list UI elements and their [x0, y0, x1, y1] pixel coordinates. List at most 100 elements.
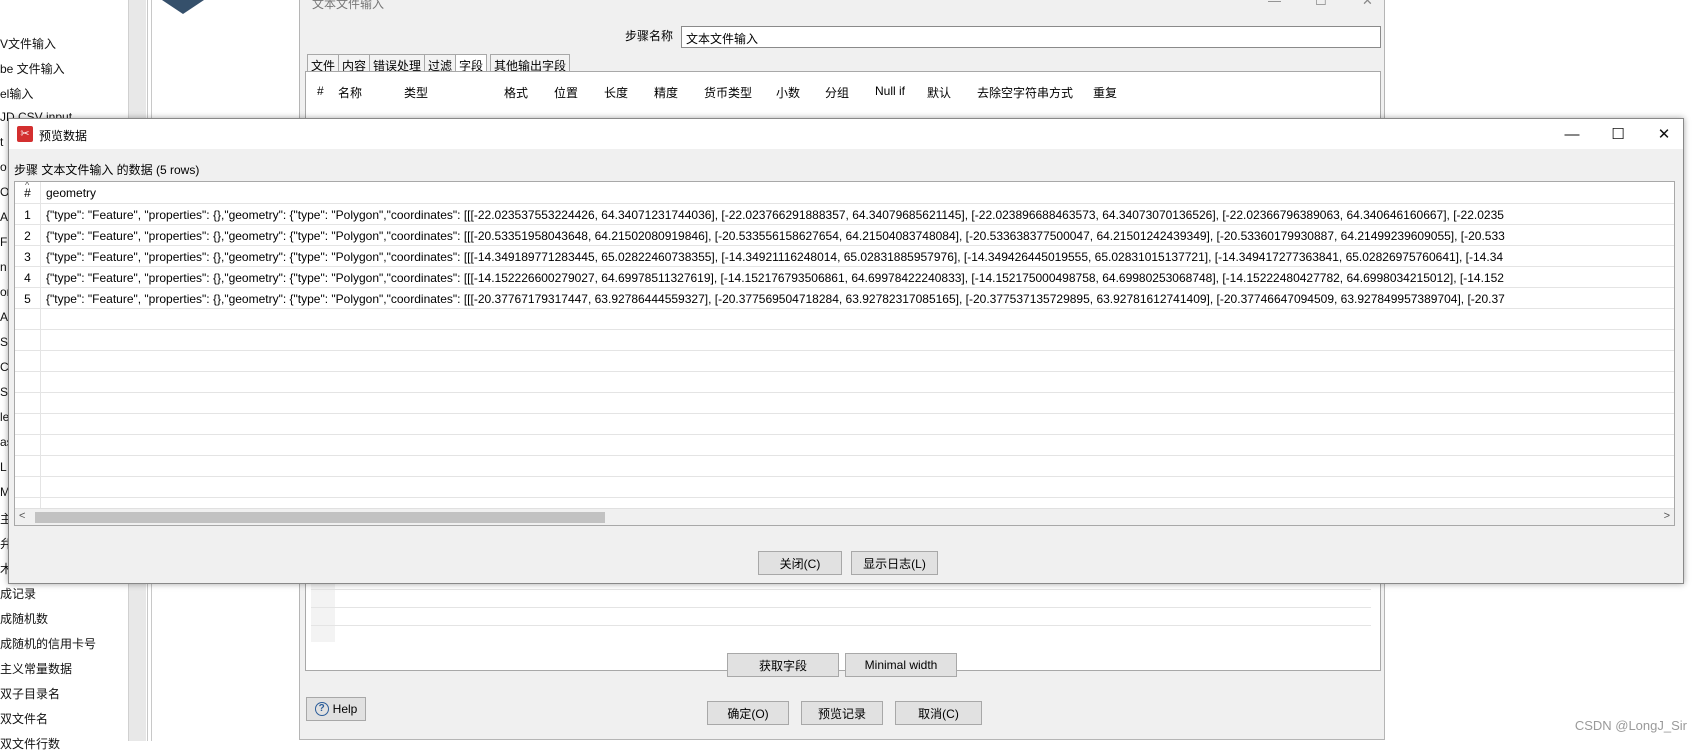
col-header: 长度	[604, 86, 629, 100]
table-row[interactable]: 4 {"type": "Feature", "properties": {},"…	[15, 267, 1674, 288]
empty-table-row	[15, 309, 1674, 330]
row-number-empty	[15, 372, 41, 393]
scroll-right-icon[interactable]: >	[1664, 510, 1670, 522]
row-number-empty	[15, 351, 41, 372]
row-number-empty	[15, 456, 41, 477]
dialog-title: 预览数据	[39, 129, 88, 143]
ok-button[interactable]: 确定(O)	[707, 701, 789, 725]
tab-other-output-fields[interactable]: 其他输出字段	[490, 54, 571, 73]
tab-filter[interactable]: 过滤	[424, 54, 457, 73]
cancel-button[interactable]: 取消(C)	[895, 701, 982, 725]
sidebar-item[interactable]: 双文件行数	[0, 735, 60, 752]
row-number-empty	[15, 393, 41, 414]
empty-table-row	[15, 456, 1674, 477]
maximize-icon[interactable]: ☐	[1315, 0, 1327, 9]
col-header: 名称	[338, 86, 363, 100]
col-header: 分组	[825, 86, 850, 100]
row-value: {"type": "Feature", "properties": {},"ge…	[46, 271, 1504, 285]
help-label: Help	[332, 702, 358, 716]
sidebar-item[interactable]: F	[0, 235, 7, 249]
sidebar-item[interactable]: S	[0, 385, 8, 399]
row-value: {"type": "Feature", "properties": {},"ge…	[46, 250, 1504, 264]
empty-table-row	[15, 393, 1674, 414]
minimal-width-button[interactable]: Minimal width	[845, 653, 957, 677]
step-name-label: 步骤名称	[625, 29, 674, 43]
sidebar-item[interactable]: el输入	[0, 85, 33, 102]
col-header: 小数	[776, 86, 801, 100]
empty-table-row	[15, 351, 1674, 372]
sidebar-item[interactable]: t	[0, 135, 3, 149]
sidebar-item[interactable]: L	[0, 460, 7, 474]
row-number-empty	[15, 309, 41, 330]
minimize-icon[interactable]: —	[1549, 119, 1595, 149]
table-row[interactable]: 1 {"type": "Feature", "properties": {},"…	[15, 204, 1674, 225]
sidebar-item[interactable]: 双文件名	[0, 710, 48, 727]
tab-content[interactable]: 内容	[338, 54, 371, 73]
table-row[interactable]: 2 {"type": "Feature", "properties": {},"…	[15, 225, 1674, 246]
col-header: 格式	[504, 86, 529, 100]
app-icon: ✂	[17, 126, 33, 142]
close-icon[interactable]: ✕	[1362, 0, 1373, 9]
row-number: 2	[15, 225, 41, 246]
scroll-left-icon[interactable]: <	[19, 510, 25, 522]
col-header: 重复	[1093, 86, 1118, 100]
sidebar-item[interactable]: 成记录	[0, 585, 36, 602]
row-value: {"type": "Feature", "properties": {},"ge…	[46, 208, 1504, 222]
row-value: {"type": "Feature", "properties": {},"ge…	[46, 229, 1505, 243]
preview-records-button[interactable]: 预览记录	[801, 701, 883, 725]
sidebar-item[interactable]: o	[0, 160, 7, 174]
empty-table-row	[15, 372, 1674, 393]
sidebar-item[interactable]: n	[0, 260, 7, 274]
bg-dialog-title: 文本文件输入	[312, 0, 385, 11]
row-value: {"type": "Feature", "properties": {},"ge…	[46, 292, 1505, 306]
table-row[interactable]: 5 {"type": "Feature", "properties": {},"…	[15, 288, 1674, 309]
tab-error-handling[interactable]: 错误处理	[369, 54, 426, 73]
row-number-empty	[15, 477, 41, 498]
col-header: 类型	[404, 86, 429, 100]
empty-table-row	[15, 435, 1674, 456]
table-header-row: ^ # geometry	[15, 182, 1674, 204]
sidebar-item[interactable]: S	[0, 335, 8, 349]
col-header: 精度	[654, 86, 679, 100]
preview-subtitle: 步骤 文本文件输入 的数据 (5 rows)	[14, 163, 200, 177]
empty-table-row	[15, 414, 1674, 435]
sidebar-item[interactable]: be 文件输入	[0, 60, 65, 77]
step-name-input[interactable]: 文本文件输入	[681, 26, 1381, 48]
row-number-header: #	[15, 182, 41, 204]
close-button[interactable]: 关闭(C)	[758, 551, 842, 575]
row-number-empty	[15, 330, 41, 351]
col-header: 位置	[554, 86, 579, 100]
sidebar-item[interactable]: 主义常量数据	[0, 660, 72, 677]
col-header: Null if	[875, 84, 906, 98]
col-header: 货币类型	[704, 86, 753, 100]
preview-table: ^ # geometry 1 {"type": "Feature", "prop…	[14, 181, 1675, 526]
preview-data-dialog: ✂ 预览数据 — ☐ ✕ 步骤 文本文件输入 的数据 (5 rows) ^ # …	[8, 118, 1684, 584]
tab-fields[interactable]: 字段	[455, 54, 488, 73]
close-icon[interactable]: ✕	[1641, 119, 1687, 149]
sidebar-item[interactable]: 双子目录名	[0, 685, 60, 702]
horizontal-scrollbar[interactable]: < >	[15, 508, 1674, 525]
row-number-empty	[15, 435, 41, 456]
title-bar[interactable]: ✂ 预览数据 — ☐ ✕	[9, 119, 1683, 149]
table-row[interactable]: 3 {"type": "Feature", "properties": {},"…	[15, 246, 1674, 267]
col-header: 去除空字符串方式	[977, 86, 1074, 100]
row-number-empty	[15, 414, 41, 435]
tab-file[interactable]: 文件	[307, 54, 340, 73]
row-number: 1	[15, 204, 41, 225]
row-number: 4	[15, 267, 41, 288]
col-header: #	[317, 84, 324, 98]
sidebar-item[interactable]: V文件输入	[0, 35, 56, 52]
maximize-icon[interactable]: ☐	[1595, 119, 1641, 149]
sidebar-item[interactable]: 成随机的信用卡号	[0, 635, 96, 652]
get-fields-button[interactable]: 获取字段	[727, 653, 839, 677]
row-number: 3	[15, 246, 41, 267]
watermark: CSDN @LongJ_Sir	[1574, 718, 1687, 733]
sidebar-item[interactable]: 成随机数	[0, 610, 48, 627]
minimize-icon[interactable]: —	[1268, 0, 1281, 8]
column-header-geometry[interactable]: geometry	[46, 186, 96, 200]
col-header: 默认	[927, 86, 952, 100]
empty-table-row	[15, 477, 1674, 498]
show-log-button[interactable]: 显示日志(L)	[851, 551, 938, 575]
scrollbar-thumb[interactable]	[35, 512, 605, 523]
help-button[interactable]: ? Help	[306, 697, 366, 721]
